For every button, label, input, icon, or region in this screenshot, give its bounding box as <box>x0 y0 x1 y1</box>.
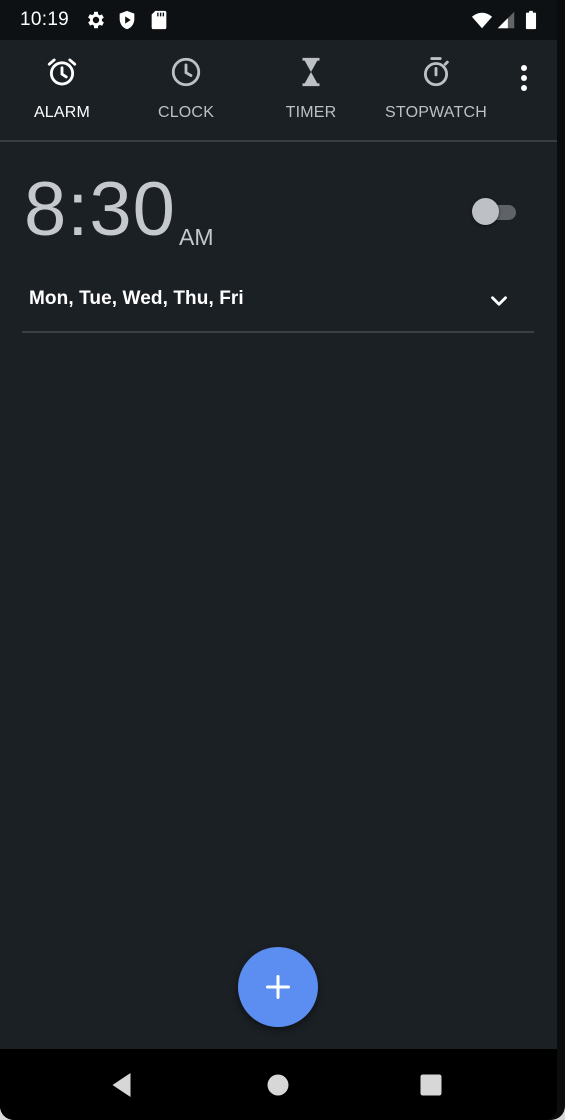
device-frame: 10:19 ALARM CLOCK TIMER STOPWATCH 8:30 A… <box>0 0 565 1120</box>
alarm-clock-icon <box>47 58 77 86</box>
status-time: 10:19 <box>20 9 70 30</box>
tab-label: ALARM <box>33 104 91 121</box>
shield-play-icon <box>119 10 135 30</box>
more-vert-icon[interactable] <box>510 62 538 94</box>
status-bar: 10:19 <box>0 0 557 40</box>
alarm-time[interactable]: 8:30 <box>24 172 176 248</box>
alarm-toggle[interactable] <box>470 198 518 226</box>
tab-bar: ALARM CLOCK TIMER STOPWATCH <box>0 40 557 140</box>
screen: 10:19 ALARM CLOCK TIMER STOPWATCH 8:30 A… <box>0 0 557 1120</box>
hourglass-icon <box>302 57 320 87</box>
navigation-bar <box>0 1049 557 1120</box>
tab-divider <box>0 140 557 142</box>
wifi-icon <box>471 12 493 29</box>
tab-clock[interactable]: CLOCK <box>124 40 248 140</box>
alarm-ampm: AM <box>179 224 214 250</box>
back-icon[interactable] <box>105 1067 141 1103</box>
clock-icon <box>171 57 201 87</box>
signal-icon <box>497 11 515 29</box>
battery-icon <box>525 10 537 30</box>
toggle-thumb <box>472 198 499 225</box>
tab-label: STOPWATCH <box>385 104 487 121</box>
plus-icon <box>265 974 291 1000</box>
tab-timer[interactable]: TIMER <box>249 40 373 140</box>
tab-label: TIMER <box>285 104 337 121</box>
chevron-down-icon[interactable] <box>486 288 512 314</box>
stopwatch-icon <box>423 57 449 87</box>
home-icon[interactable] <box>260 1067 296 1103</box>
tab-stopwatch[interactable]: STOPWATCH <box>374 40 498 140</box>
gear-icon <box>88 11 104 29</box>
sd-card-icon <box>151 10 167 30</box>
add-alarm-button[interactable] <box>238 947 318 1027</box>
tab-alarm[interactable]: ALARM <box>0 40 124 140</box>
recents-icon[interactable] <box>413 1067 449 1103</box>
alarm-item[interactable]: 8:30 AM Mon, Tue, Wed, Thu, Fri <box>22 160 534 332</box>
alarm-divider <box>22 331 534 333</box>
tab-label: CLOCK <box>157 104 215 121</box>
alarm-repeat-days: Mon, Tue, Wed, Thu, Fri <box>29 288 244 309</box>
